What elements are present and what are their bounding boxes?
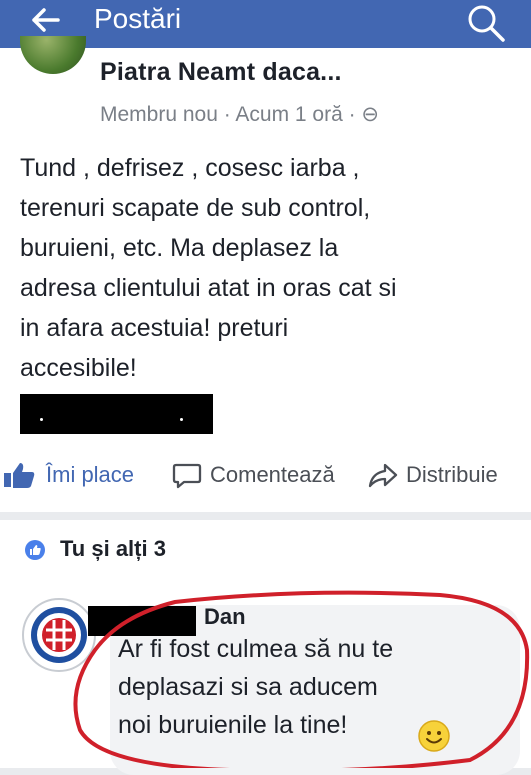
like-reaction-icon xyxy=(25,540,45,560)
thumbs-up-icon xyxy=(4,463,35,488)
reactions-count-text: Tu și alți 3 xyxy=(60,536,166,561)
like-label: Îmi place xyxy=(46,462,135,487)
back-arrow-icon[interactable] xyxy=(30,6,60,39)
share-button[interactable]: Distribuie xyxy=(368,461,498,489)
page-title: Postări xyxy=(94,3,182,34)
redacted-phone-block xyxy=(20,394,213,434)
red-highlight-circle xyxy=(73,590,530,768)
comment-item: Dan Ar fi fost culmea să nu te deplasazi… xyxy=(0,590,531,775)
group-name-link[interactable]: Piatra Neamt daca... xyxy=(100,58,342,87)
group-avatar[interactable] xyxy=(20,36,86,74)
share-arrow-icon xyxy=(368,463,398,488)
comment-bubble-icon xyxy=(172,463,202,489)
like-button[interactable]: Îmi place xyxy=(2,461,134,489)
post-text: Tund , defrisez , cosesc iarba , terenur… xyxy=(20,154,397,382)
comment-button[interactable]: Comentează xyxy=(172,461,335,489)
post-meta: Membru nou · Acum 1 oră · ⊖ xyxy=(100,103,380,126)
post-actions: Îmi place Comentează Distribuie xyxy=(0,453,531,503)
share-label: Distribuie xyxy=(406,462,498,487)
reactions-summary[interactable]: Tu și alți 3 xyxy=(0,520,531,590)
search-icon[interactable] xyxy=(466,3,506,48)
post-card: Piatra Neamt daca... Membru nou · Acum 1… xyxy=(0,36,531,512)
comment-label: Comentează xyxy=(210,462,335,487)
